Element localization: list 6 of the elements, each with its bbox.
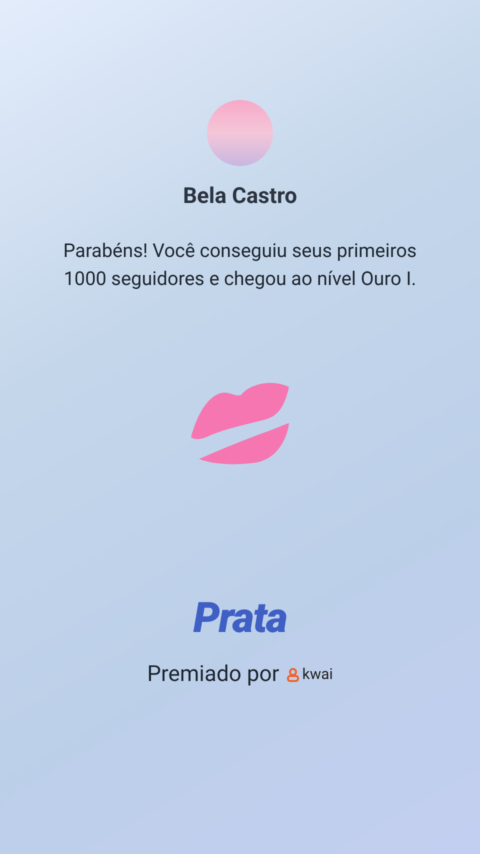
user-name: Bela Castro xyxy=(182,183,298,211)
awarded-by-label: Premiado por xyxy=(147,661,280,689)
kwai-logo-icon xyxy=(287,668,300,682)
level-title: Prata xyxy=(193,593,287,645)
congratulations-message: Parabéns! Você conseguiu seus primeiros 1000 seguidores e chegou ao nível Ouro I. xyxy=(62,238,418,292)
brand-name: kwai xyxy=(302,664,333,686)
